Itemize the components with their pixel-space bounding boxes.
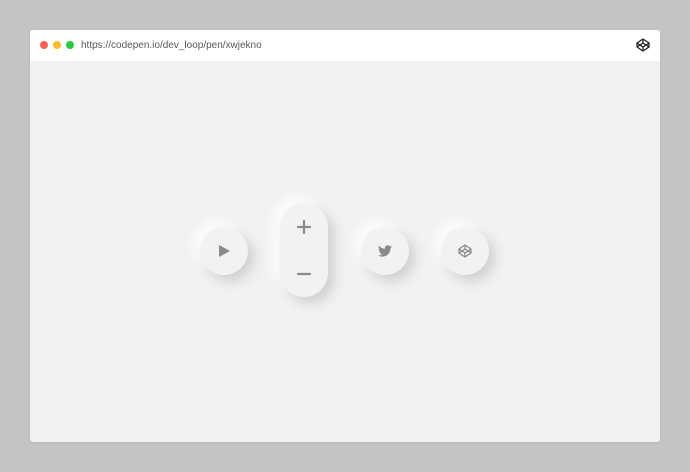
minus-icon <box>297 267 311 281</box>
browser-titlebar: https://codepen.io/dev_loop/pen/xwjekno <box>30 30 660 61</box>
codepen-logo-icon <box>636 38 650 52</box>
browser-window: https://codepen.io/dev_loop/pen/xwjekno <box>30 30 660 442</box>
minimize-window-button[interactable] <box>53 41 61 49</box>
increment-button[interactable] <box>280 203 328 250</box>
address-bar-url[interactable]: https://codepen.io/dev_loop/pen/xwjekno <box>81 39 262 52</box>
play-button[interactable] <box>200 227 248 275</box>
codepen-button[interactable] <box>441 227 489 275</box>
twitter-icon <box>378 245 392 257</box>
twitter-button[interactable] <box>361 227 409 275</box>
plus-icon <box>297 219 311 234</box>
codepen-icon <box>458 244 472 258</box>
play-icon <box>217 244 231 258</box>
decrement-button[interactable] <box>280 250 328 297</box>
increment-decrement-control <box>280 203 328 297</box>
maximize-window-button[interactable] <box>66 41 74 49</box>
close-window-button[interactable] <box>40 41 48 49</box>
